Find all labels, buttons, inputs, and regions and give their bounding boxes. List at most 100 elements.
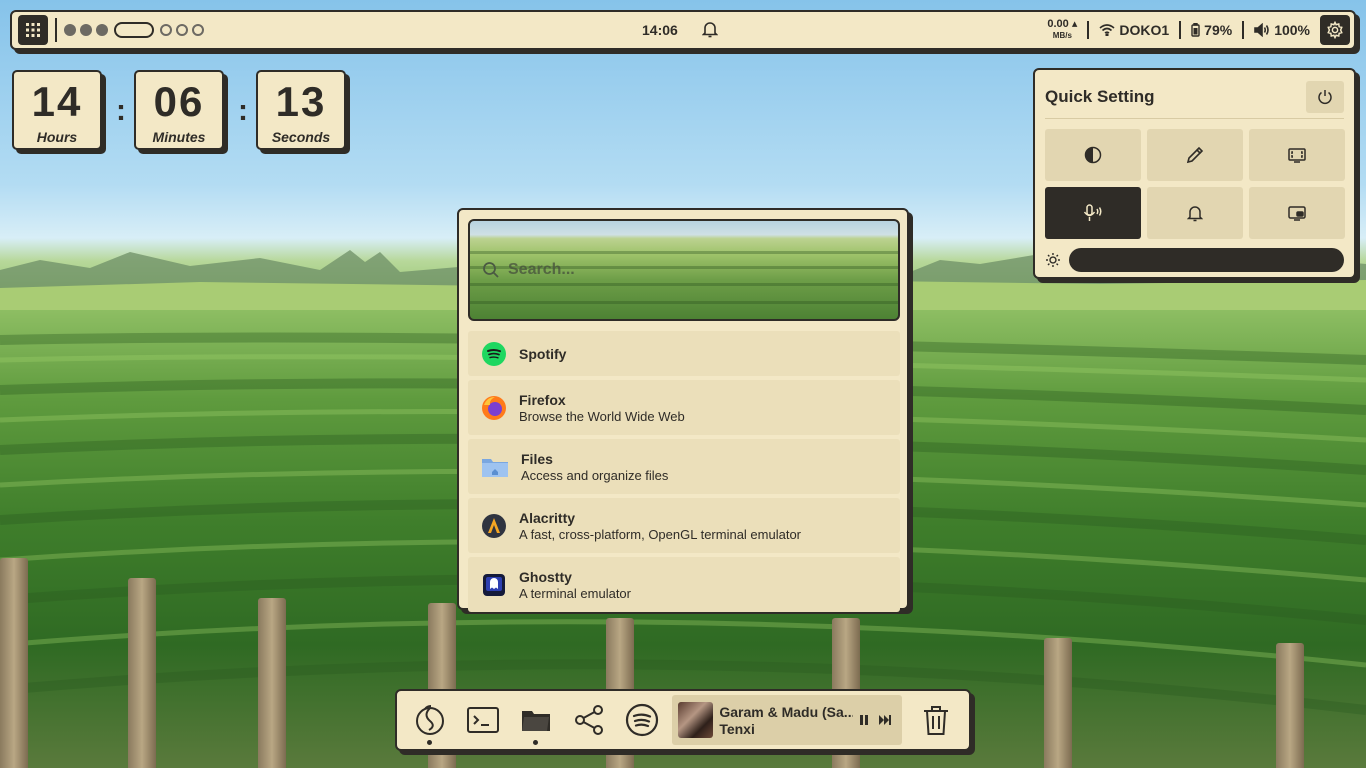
battery-icon: [1191, 23, 1200, 37]
workspace-2[interactable]: [80, 24, 92, 36]
power-button[interactable]: [1306, 81, 1344, 113]
net-speed-unit: MB/s: [1052, 31, 1072, 40]
volume-status[interactable]: 100%: [1254, 22, 1310, 38]
grid-icon: [26, 23, 40, 37]
trash-icon: [924, 706, 949, 735]
clock-hours: 14: [31, 78, 83, 125]
battery-status[interactable]: 79%: [1191, 22, 1232, 38]
volume-level: 100%: [1274, 22, 1310, 38]
dock-trash[interactable]: [910, 693, 963, 747]
network-speed: 0.00 ▴ MB/s: [1047, 19, 1077, 41]
app-name: Spotify: [519, 345, 567, 362]
dock-share[interactable]: [562, 693, 615, 747]
app-item-files[interactable]: Files Access and organize files: [468, 439, 900, 494]
skip-next-icon: [879, 715, 892, 725]
workspace-indicator: [64, 22, 204, 38]
clock-minutes-tile: 06 Minutes: [134, 70, 224, 150]
app-item-alacritty[interactable]: Alacritty A fast, cross-platform, OpenGL…: [468, 498, 900, 553]
quick-settings-title: Quick Setting: [1045, 87, 1155, 106]
workspace-6[interactable]: [176, 24, 188, 36]
screenshot-icon: [1288, 148, 1306, 163]
divider: [1087, 21, 1090, 39]
app-item-spotify[interactable]: Spotify: [468, 331, 900, 376]
settings-button[interactable]: [1320, 15, 1350, 45]
screen-record-toggle[interactable]: [1249, 187, 1345, 239]
clock-separator: :: [238, 94, 248, 127]
running-indicator: [533, 740, 538, 745]
app-item-ghostty[interactable]: Ghostty A terminal emulator: [468, 557, 900, 612]
spotify-icon: [625, 703, 658, 737]
workspace-1[interactable]: [64, 24, 76, 36]
divider: [1179, 21, 1182, 39]
bell-icon: [701, 22, 719, 38]
dock-arch-launcher[interactable]: [403, 693, 456, 747]
workspace-7[interactable]: [192, 24, 204, 36]
workspace-3[interactable]: [96, 24, 108, 36]
topbar-clock[interactable]: 14:06: [642, 22, 678, 38]
app-grid-button[interactable]: [18, 15, 48, 45]
folder-icon: [521, 711, 550, 731]
app-description: Access and organize files: [521, 467, 669, 483]
clock-minutes: 06: [153, 78, 205, 125]
alacritty-icon: [481, 513, 507, 539]
divider: [55, 18, 57, 42]
notification-button[interactable]: [701, 21, 719, 43]
clock-seconds-tile: 13 Seconds: [256, 70, 346, 150]
share-icon: [574, 705, 603, 735]
ghostty-icon: [481, 572, 507, 598]
clock-seconds-label: Seconds: [271, 129, 331, 145]
pause-button[interactable]: [853, 709, 875, 731]
next-track-button[interactable]: [874, 709, 896, 731]
search-banner[interactable]: Search...: [468, 219, 900, 321]
media-player[interactable]: Garam & Madu (Sa... Tenxi: [672, 695, 902, 745]
terminal-icon: [466, 707, 499, 733]
album-art: [678, 702, 714, 738]
wifi-status[interactable]: DOKO1: [1099, 22, 1169, 38]
app-name: Firefox: [519, 391, 566, 408]
app-name: Ghostty: [519, 568, 572, 585]
power-icon: [1318, 90, 1332, 105]
search-icon: [483, 262, 499, 278]
clock-seconds: 13: [275, 78, 327, 125]
microphone-toggle[interactable]: [1045, 187, 1141, 239]
wifi-icon: [1099, 24, 1115, 36]
clock-separator: :: [116, 94, 126, 127]
gear-icon: [1327, 21, 1343, 39]
color-picker-toggle[interactable]: [1147, 129, 1243, 181]
notifications-toggle[interactable]: [1147, 187, 1243, 239]
brightness-icon: [1045, 253, 1060, 267]
spotify-icon: [481, 341, 507, 367]
screenshot-toggle[interactable]: [1249, 129, 1345, 181]
running-indicator: [427, 740, 432, 745]
app-description: A terminal emulator: [519, 585, 631, 601]
screen-record-icon: [1288, 206, 1306, 221]
pause-icon: [859, 715, 868, 725]
app-item-firefox[interactable]: Firefox Browse the World Wide Web: [468, 380, 900, 435]
app-list: Spotify Firefox Browse the World Wide We…: [468, 331, 900, 612]
app-name: Files: [521, 450, 553, 467]
swirl-logo-icon: [415, 705, 444, 735]
app-description: Browse the World Wide Web: [519, 408, 685, 424]
workspace-4-active[interactable]: [114, 22, 154, 38]
volume-icon: [1254, 23, 1269, 37]
microphone-icon: [1083, 204, 1102, 221]
clock-hours-label: Hours: [36, 129, 78, 145]
upload-arrow-icon: ▴: [1068, 18, 1078, 30]
app-launcher: Search... Spotify Firefox Browse the Wor…: [457, 208, 909, 612]
dark-mode-toggle[interactable]: [1045, 129, 1141, 181]
brightness-slider[interactable]: [1068, 248, 1344, 272]
bell-icon: [1187, 205, 1203, 221]
dock-spotify[interactable]: [615, 693, 668, 747]
wifi-name: DOKO1: [1119, 22, 1170, 38]
clock-hours-tile: 14 Hours: [12, 70, 102, 150]
net-speed-value: 0.00: [1047, 18, 1069, 30]
workspace-5[interactable]: [160, 24, 172, 36]
dock-files[interactable]: [509, 693, 562, 747]
divider: [1242, 21, 1245, 39]
firefox-icon: [481, 395, 507, 421]
dock-terminal[interactable]: [456, 693, 509, 747]
quick-settings-panel: Quick Setting: [1033, 68, 1356, 279]
search-input[interactable]: Search...: [508, 261, 575, 279]
clock-minutes-label: Minutes: [152, 129, 206, 145]
folder-icon: [481, 454, 509, 480]
